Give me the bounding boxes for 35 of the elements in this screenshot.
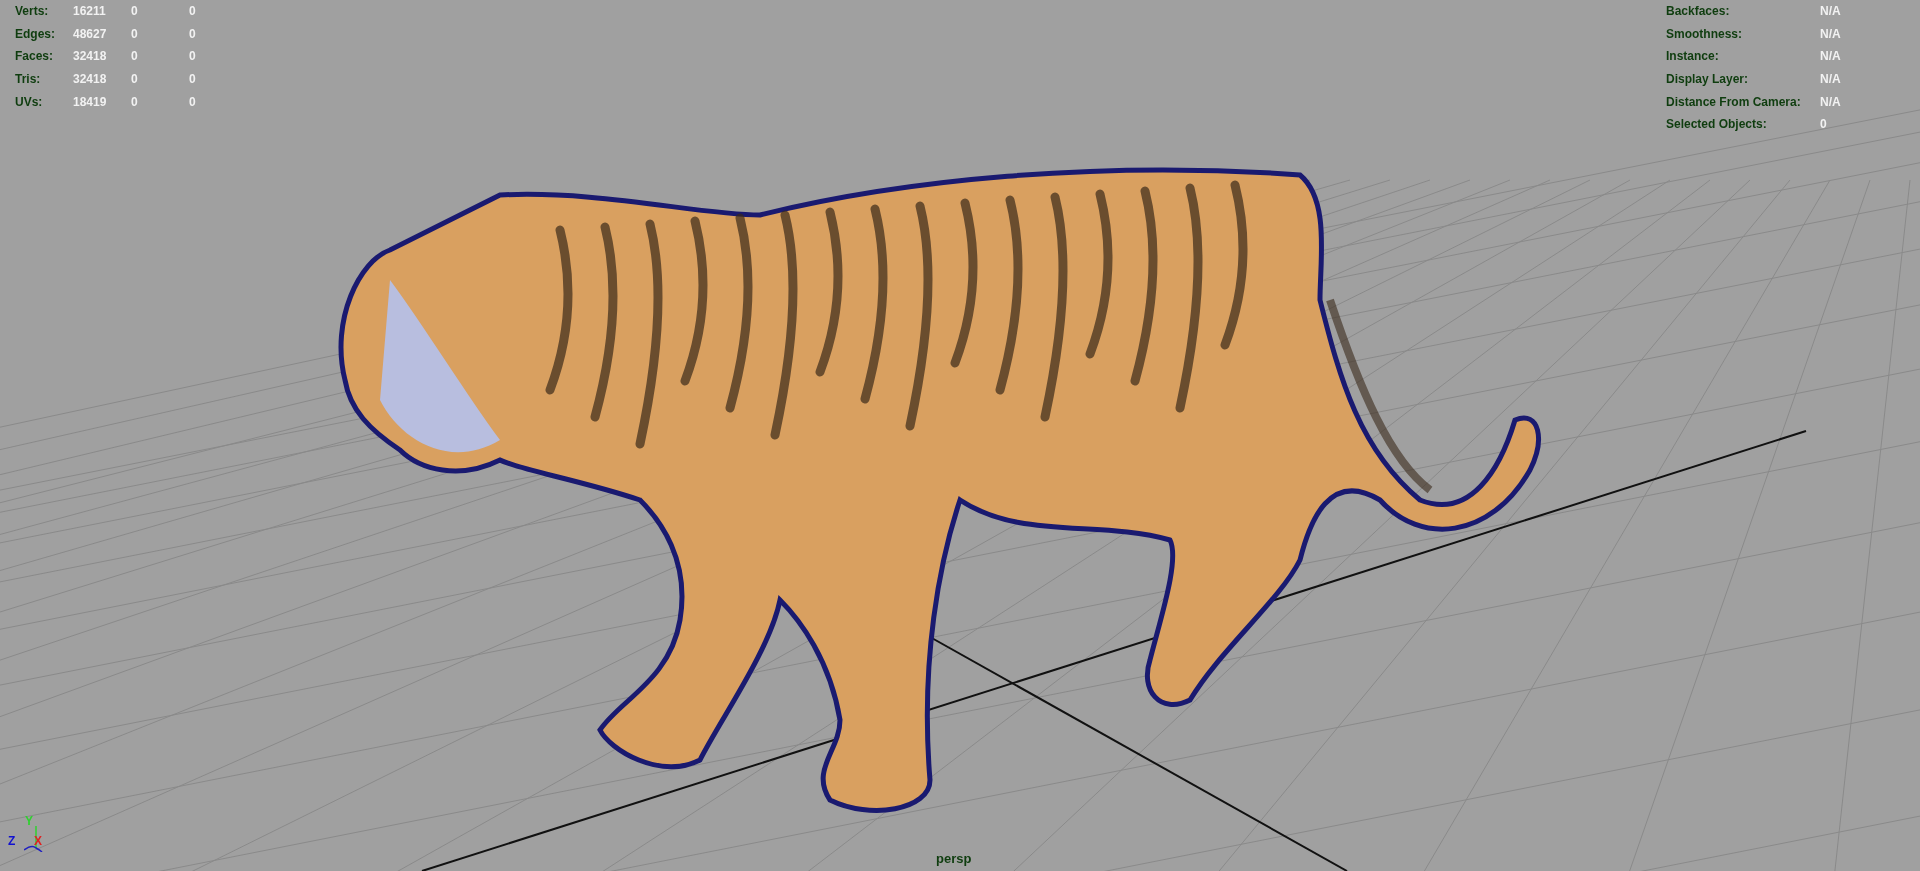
stat-value: 0	[189, 3, 197, 21]
stat-label: Tris:	[15, 71, 42, 89]
info-label: Distance From Camera:	[1666, 93, 1802, 111]
info-value: N/A	[1820, 3, 1841, 21]
info-label: Smoothness:	[1666, 25, 1743, 43]
stat-label: Faces:	[15, 48, 55, 66]
stat-value: 48627	[73, 25, 108, 43]
stat-label: Edges:	[15, 25, 56, 43]
stat-value: 32418	[73, 71, 108, 89]
stat-value: 0	[131, 48, 139, 66]
stat-value: 18419	[73, 93, 108, 111]
info-value: N/A	[1820, 93, 1841, 111]
info-value: N/A	[1820, 48, 1841, 66]
stat-value: 32418	[73, 48, 108, 66]
stat-value: 0	[131, 25, 139, 43]
stat-value: 0	[131, 3, 139, 21]
info-label: Instance:	[1666, 48, 1720, 66]
stat-label: Verts:	[15, 3, 50, 21]
camera-name: persp	[936, 850, 972, 868]
stat-value: 16211	[73, 3, 107, 21]
info-label: Selected Objects:	[1666, 116, 1768, 134]
info-value: N/A	[1820, 25, 1841, 43]
y-axis-label: Y	[25, 813, 33, 830]
stat-value: 0	[189, 25, 197, 43]
stat-value: 0	[131, 71, 139, 89]
z-axis-label: Z	[8, 833, 16, 850]
stat-value: 0	[189, 71, 197, 89]
stat-value: 0	[189, 93, 197, 111]
info-label: Display Layer:	[1666, 71, 1750, 89]
stat-value: 0	[189, 48, 197, 66]
info-value: 0	[1820, 116, 1827, 134]
info-value: N/A	[1820, 71, 1841, 89]
stat-value: 0	[131, 93, 139, 111]
info-label: Backfaces:	[1666, 3, 1731, 21]
stat-label: UVs:	[15, 93, 44, 111]
